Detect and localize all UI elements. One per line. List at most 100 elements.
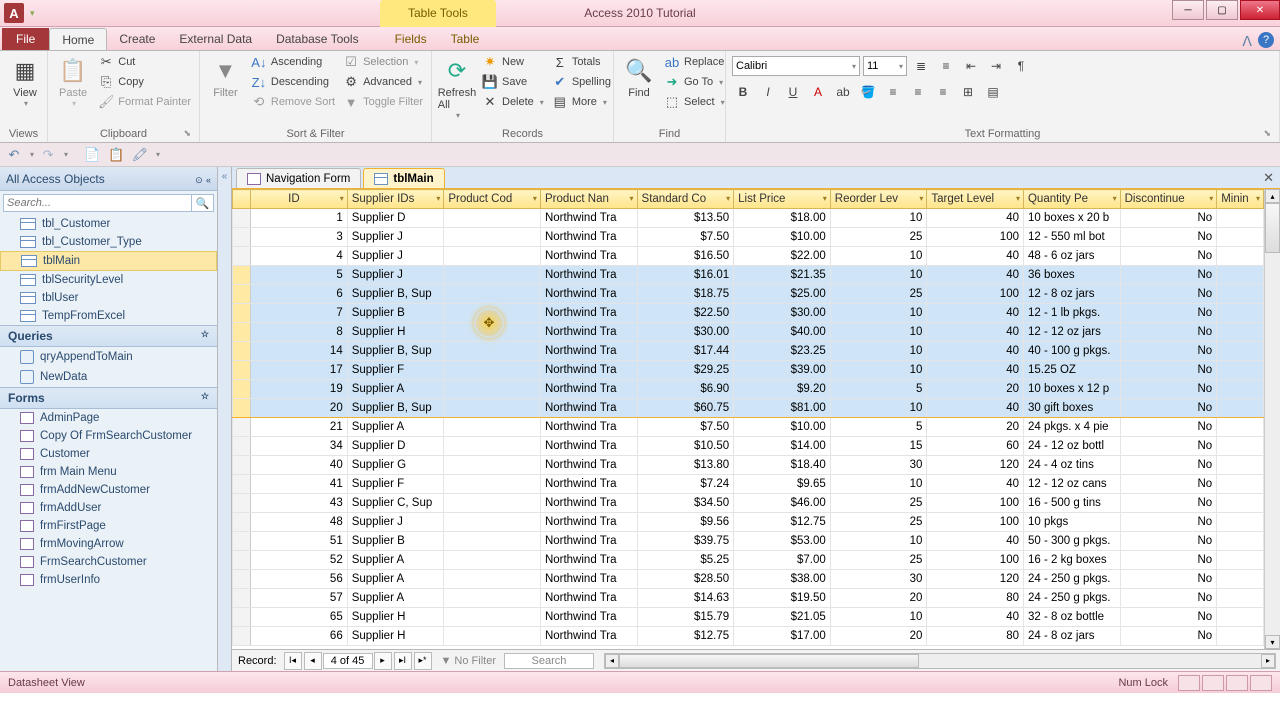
ribbon-minimize-icon[interactable]: ᐱ: [1236, 33, 1258, 50]
table-row[interactable]: 17Supplier FNorthwind Tra$29.25$39.00104…: [233, 361, 1264, 380]
table-row[interactable]: 6Supplier B, SupNorthwind Tra$18.75$25.0…: [233, 285, 1264, 304]
more-button[interactable]: ▤More▾: [550, 93, 613, 111]
qat-icon-1[interactable]: 📄: [82, 146, 102, 164]
indent-inc-icon[interactable]: ⇥: [985, 55, 1007, 77]
data-grid[interactable]: ID▾Supplier IDs▾Product Cod▾Product Nan▾…: [232, 189, 1264, 646]
undo-button[interactable]: ↶: [4, 146, 24, 164]
view-button[interactable]: ▦View▾: [6, 53, 44, 110]
view-btn-4[interactable]: [1250, 675, 1272, 691]
nav-form-Copy Of FrmSearchCustomer[interactable]: Copy Of FrmSearchCustomer: [0, 427, 217, 445]
table-row[interactable]: 57Supplier ANorthwind Tra$14.63$19.50208…: [233, 589, 1264, 608]
new-button[interactable]: ✷New: [480, 53, 546, 71]
replace-button[interactable]: abReplace: [662, 53, 727, 71]
view-btn-1[interactable]: [1178, 675, 1200, 691]
toggle-filter-button[interactable]: ▼Toggle Filter: [341, 93, 425, 111]
nav-search-input[interactable]: [3, 194, 192, 212]
nav-collapse-bar[interactable]: «: [218, 167, 232, 671]
tab-database-tools[interactable]: Database Tools: [264, 28, 371, 50]
cut-button[interactable]: ✂Cut: [96, 53, 193, 71]
nav-table-tblMain[interactable]: tblMain: [0, 251, 217, 271]
totals-button[interactable]: ΣTotals: [550, 53, 613, 71]
new-record-button[interactable]: ▸*: [414, 652, 432, 670]
nav-query-NewData[interactable]: NewData: [0, 367, 217, 387]
filter-button[interactable]: ▼Filter: [206, 53, 245, 101]
numbering-icon[interactable]: ≡: [935, 55, 957, 77]
nav-table-TempFromExcel[interactable]: TempFromExcel: [0, 307, 217, 325]
help-icon[interactable]: ?: [1258, 32, 1274, 48]
fill-color-button[interactable]: 🪣: [857, 81, 879, 103]
record-position-input[interactable]: [323, 653, 373, 669]
table-row[interactable]: 65Supplier HNorthwind Tra$15.79$21.05104…: [233, 608, 1264, 627]
table-row[interactable]: 48Supplier JNorthwind Tra$9.56$12.752510…: [233, 513, 1264, 532]
font-color-button[interactable]: A: [807, 81, 829, 103]
view-btn-3[interactable]: [1226, 675, 1248, 691]
nav-form-frmUserInfo[interactable]: frmUserInfo: [0, 571, 217, 589]
next-record-button[interactable]: ▸: [374, 652, 392, 670]
no-filter-indicator[interactable]: ▼No Filter: [441, 655, 496, 667]
ascending-button[interactable]: A↓Ascending: [249, 53, 337, 71]
maximize-button[interactable]: ▢: [1206, 0, 1238, 20]
font-size-combo[interactable]: 11▾: [863, 56, 907, 76]
table-row[interactable]: 56Supplier ANorthwind Tra$28.50$38.00301…: [233, 570, 1264, 589]
highlight-button[interactable]: ab: [832, 81, 854, 103]
doc-tab-tblmain[interactable]: tblMain: [363, 168, 444, 188]
table-row[interactable]: 43Supplier C, SupNorthwind Tra$34.50$46.…: [233, 494, 1264, 513]
nav-group-queries[interactable]: Queries☆: [0, 325, 217, 347]
nav-query-qryAppendToMain[interactable]: qryAppendToMain: [0, 347, 217, 367]
search-icon[interactable]: 🔍: [192, 194, 214, 212]
vertical-scrollbar[interactable]: ▴▾: [1264, 189, 1280, 649]
tab-home[interactable]: Home: [49, 28, 107, 50]
col-header[interactable]: Product Cod▾: [444, 190, 541, 209]
nav-table-tbl_Customer[interactable]: tbl_Customer: [0, 215, 217, 233]
col-header[interactable]: Discontinue▾: [1120, 190, 1217, 209]
tab-file[interactable]: File: [2, 28, 49, 50]
nav-form-frmAddNewCustomer[interactable]: frmAddNewCustomer: [0, 481, 217, 499]
minimize-button[interactable]: ─: [1172, 0, 1204, 20]
nav-table-tblSecurityLevel[interactable]: tblSecurityLevel: [0, 271, 217, 289]
nav-table-tblUser[interactable]: tblUser: [0, 289, 217, 307]
underline-button[interactable]: U: [782, 81, 804, 103]
nav-form-frm Main Menu[interactable]: frm Main Menu: [0, 463, 217, 481]
redo-button[interactable]: ↷: [38, 146, 58, 164]
bold-button[interactable]: B: [732, 81, 754, 103]
table-row[interactable]: 21Supplier ANorthwind Tra$7.50$10.005202…: [233, 418, 1264, 437]
tab-create[interactable]: Create: [107, 28, 167, 50]
doc-close-button[interactable]: ✕: [1263, 170, 1274, 186]
nav-table-tbl_Customer_Type[interactable]: tbl_Customer_Type: [0, 233, 217, 251]
table-row[interactable]: 51Supplier BNorthwind Tra$39.75$53.00104…: [233, 532, 1264, 551]
tab-table[interactable]: Table: [439, 28, 492, 50]
table-row[interactable]: 34Supplier DNorthwind Tra$10.50$14.00156…: [233, 437, 1264, 456]
delete-button[interactable]: ✕Delete▾: [480, 93, 546, 111]
italic-button[interactable]: I: [757, 81, 779, 103]
tab-fields[interactable]: Fields: [383, 28, 439, 50]
qat-dropdown-icon[interactable]: ▾: [30, 8, 35, 19]
spelling-button[interactable]: ✔Spelling: [550, 73, 613, 91]
table-row[interactable]: 19Supplier ANorthwind Tra$6.90$9.2052010…: [233, 380, 1264, 399]
align-center-button[interactable]: ≡: [907, 81, 929, 103]
remove-sort-button[interactable]: ⟲Remove Sort: [249, 93, 337, 111]
table-row[interactable]: 3Supplier JNorthwind Tra$7.50$10.0025100…: [233, 228, 1264, 247]
table-row[interactable]: 7Supplier BNorthwind Tra$22.50$30.001040…: [233, 304, 1264, 323]
text-dir-icon[interactable]: ¶: [1010, 55, 1032, 77]
table-row[interactable]: 41Supplier FNorthwind Tra$7.24$9.6510401…: [233, 475, 1264, 494]
table-row[interactable]: 14Supplier B, SupNorthwind Tra$17.44$23.…: [233, 342, 1264, 361]
nav-form-frmAddUser[interactable]: frmAddUser: [0, 499, 217, 517]
alt-row-color-button[interactable]: ▤: [982, 81, 1004, 103]
format-painter-button[interactable]: 🖌Format Painter: [96, 93, 193, 111]
view-btn-2[interactable]: [1202, 675, 1224, 691]
goto-button[interactable]: ➜Go To▾: [662, 73, 727, 91]
find-button[interactable]: 🔍Find: [620, 53, 658, 101]
nav-form-FrmSearchCustomer[interactable]: FrmSearchCustomer: [0, 553, 217, 571]
last-record-button[interactable]: ▸I: [394, 652, 412, 670]
tab-external-data[interactable]: External Data: [167, 28, 264, 50]
font-name-combo[interactable]: Calibri▾: [732, 56, 860, 76]
advanced-button[interactable]: ⚙Advanced▾: [341, 73, 425, 91]
nav-form-AdminPage[interactable]: AdminPage: [0, 409, 217, 427]
col-header[interactable]: List Price▾: [734, 190, 831, 209]
table-row[interactable]: 52Supplier ANorthwind Tra$5.25$7.0025100…: [233, 551, 1264, 570]
nav-pane-header[interactable]: All Access Objects ⊙ «: [0, 167, 217, 191]
table-row[interactable]: 1Supplier DNorthwind Tra$13.50$18.001040…: [233, 209, 1264, 228]
gridlines-button[interactable]: ⊞: [957, 81, 979, 103]
doc-tab-navigation-form[interactable]: Navigation Form: [236, 168, 361, 188]
nav-form-Customer[interactable]: Customer: [0, 445, 217, 463]
